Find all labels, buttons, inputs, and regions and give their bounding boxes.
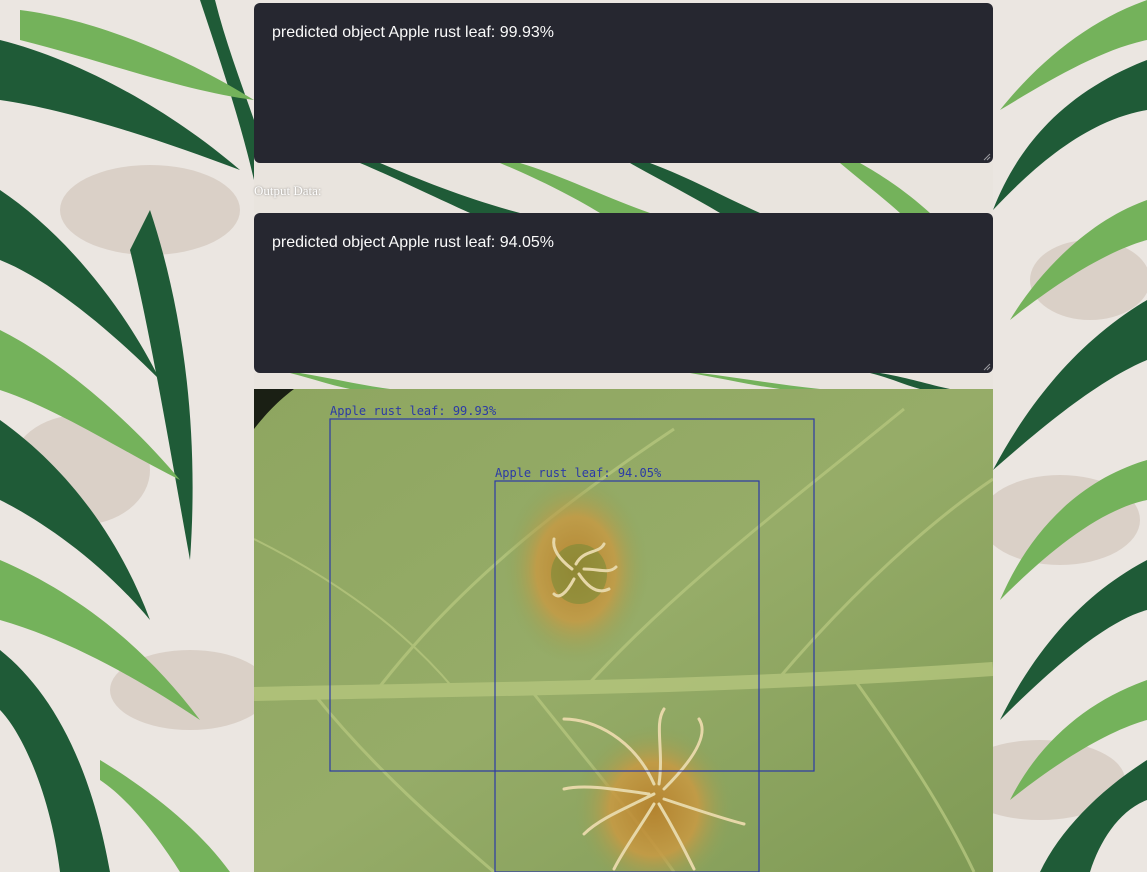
resize-handle-icon[interactable] [983, 363, 991, 371]
resize-handle-icon[interactable] [983, 153, 991, 161]
prediction-text: predicted object Apple rust leaf: 99.93% [272, 24, 554, 41]
prediction-textarea-2[interactable]: predicted object Apple rust leaf: 94.05% [254, 213, 993, 373]
prediction-text: predicted object Apple rust leaf: 94.05% [272, 234, 554, 251]
output-data-label: Output Data: [254, 183, 322, 198]
detection-result-image: Apple rust leaf: 99.93% Apple rust leaf:… [254, 389, 993, 872]
detection-label-1: Apple rust leaf: 99.93% [330, 404, 497, 418]
detection-label-2: Apple rust leaf: 94.05% [495, 466, 662, 480]
prediction-textarea-1[interactable]: predicted object Apple rust leaf: 99.93% [254, 3, 993, 163]
